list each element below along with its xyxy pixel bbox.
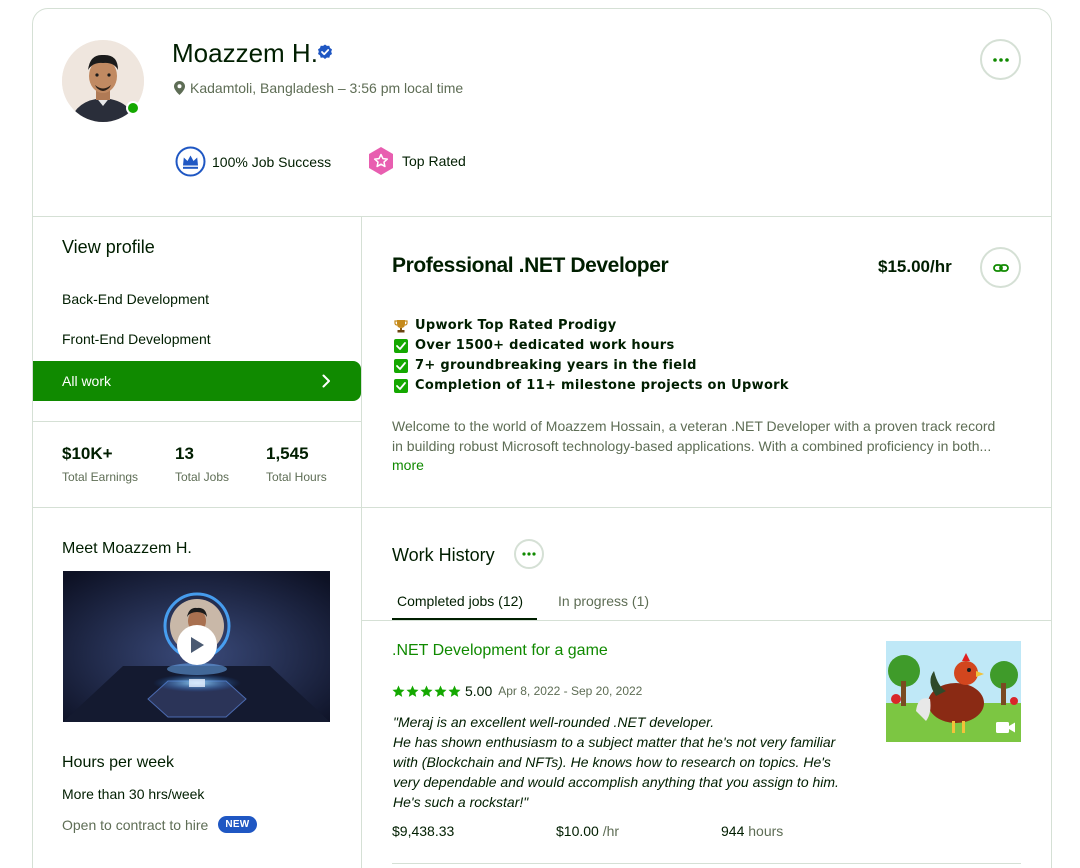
highlight-text: Over 1500+ dedicated work hours [415,338,675,353]
description-more-link[interactable]: more [392,457,424,473]
check-box-icon [394,358,408,373]
hourly-rate: $15.00/hr [878,257,952,276]
video-camera-icon [996,722,1015,733]
check-box-icon [394,338,408,353]
job-hours: 944 hours [721,823,783,839]
section-divider [33,507,1051,508]
online-status-dot [126,101,140,115]
job-dates: Apr 8, 2022 - Sep 20, 2022 [498,684,643,698]
star-icon [420,684,433,697]
highlight-text: Upwork Top Rated Prodigy [415,318,617,333]
view-profile-heading: View profile [62,237,155,257]
work-history-heading: Work History [392,545,495,565]
stat-label: Total Earnings [62,470,139,484]
job-earned: $9,438.33 [392,823,455,839]
profile-more-button[interactable] [980,39,1021,80]
profile-title: Professional .NET Developer [392,254,669,277]
job-rating-row: 5.00 Apr 8, 2022 - Sep 20, 2022 [392,683,642,699]
job-feedback: "Meraj is an excellent well-rounded .NET… [393,712,873,812]
link-icon [992,263,1009,272]
job-rating-value: 5.00 [465,683,493,699]
nav-divider [33,421,361,422]
check-box-icon [394,378,408,393]
chevron-right-icon [322,374,330,388]
intro-video[interactable] [63,571,330,722]
header-divider [33,216,1051,217]
more-dots-icon [992,57,1009,62]
play-icon[interactable] [177,625,217,665]
star-icon [434,684,447,697]
top-rated-text: Top Rated [402,153,466,169]
job-rate: $10.00 /hr [556,823,619,839]
crown-badge-icon [175,146,206,177]
hours-per-week-heading: Hours per week [62,754,175,771]
new-badge: NEW [218,816,257,833]
stat-value: $10K+ [62,444,113,463]
stat-total-hours: 1,545 Total Hours [266,444,327,484]
stat-label: Total Hours [266,470,327,484]
job-rate-unit: /hr [602,823,620,839]
stat-label: Total Jobs [175,470,230,484]
job-success-text: 100% Job Success [212,153,332,170]
job-hours-value: 944 [721,823,745,839]
location-text: Kadamtoli, Bangladesh – 3:56 pm local ti… [190,80,464,96]
description-line: in building robust Microsoft technology-… [392,438,992,454]
job-success-badge[interactable]: 100% Job Success [175,146,331,177]
more-dots-icon [522,552,536,556]
active-tab-indicator [392,618,537,620]
feedback-line: "Meraj is an excellent well-rounded .NET… [393,714,715,730]
feedback-line: with (Blockchain and NFTs). He knows how… [393,754,831,770]
work-history-more-button[interactable] [514,539,544,569]
highlight-item: Over 1500+ dedicated work hours [394,338,675,353]
location-pin-icon [174,81,185,95]
stat-value: 1,545 [266,444,309,463]
top-rated-badge[interactable]: Top Rated [366,146,466,176]
tab-in-progress[interactable]: In progress (1) [558,593,649,609]
description-line: Welcome to the world of Moazzem Hossain,… [392,418,996,434]
sidebar-item-front-end[interactable]: Front-End Development [62,331,211,347]
stat-total-jobs: 13 Total Jobs [175,444,229,484]
stat-total-earnings: $10K+ Total Earnings [62,444,138,484]
highlight-item: Completion of 11+ milestone projects on … [394,378,789,393]
contract-to-hire-text: Open to contract to hire [62,816,209,833]
sidebar-item-label: All work [62,373,112,389]
highlight-text: Completion of 11+ milestone projects on … [415,378,789,393]
star-icon [448,684,461,697]
trophy-icon [394,319,408,333]
feedback-line: He has shown enthusiasm to a subject mat… [393,734,836,750]
profile-name: Moazzem H. [172,38,318,68]
column-divider [361,217,362,868]
tab-completed-jobs[interactable]: Completed jobs (12) [397,593,523,609]
highlight-item: 7+ groundbreaking years in the field [394,358,697,373]
profile-description: Welcome to the world of Moazzem Hossain,… [392,416,1028,456]
tabs-divider [362,620,1051,621]
sidebar-item-back-end[interactable]: Back-End Development [62,291,209,307]
hours-per-week-value: More than 30 hrs/week [62,786,205,802]
verified-badge-icon [318,44,332,59]
star-icon [392,684,405,697]
stat-value: 13 [175,444,194,463]
rating-stars [392,684,461,698]
job-divider [392,863,1021,864]
sidebar-item-all-work[interactable]: All work [33,361,361,401]
highlight-item: Upwork Top Rated Prodigy [394,318,617,333]
contract-to-hire-row: Open to contract to hire NEW [62,816,257,833]
copy-link-button[interactable] [980,247,1021,288]
job-title-link[interactable]: .NET Development for a game [392,642,608,660]
star-icon [406,684,419,697]
job-rate-value: $10.00 [556,823,599,839]
meet-heading: Meet Moazzem H. [62,540,192,557]
feedback-line: very dependable and would accomplish any… [393,774,839,790]
top-rated-star-icon [369,147,393,175]
highlight-text: 7+ groundbreaking years in the field [415,358,697,373]
feedback-line: He's such a rockstar!" [393,794,529,810]
job-video-thumbnail[interactable] [886,641,1021,742]
location-row: Kadamtoli, Bangladesh – 3:56 pm local ti… [174,80,463,96]
job-hours-unit: hours [748,823,784,839]
